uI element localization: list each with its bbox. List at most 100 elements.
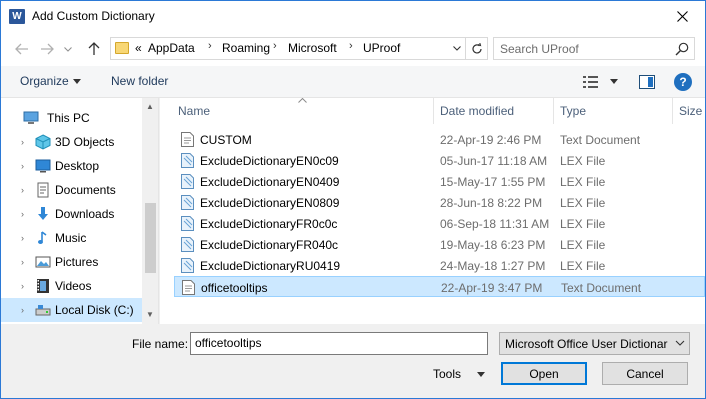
nav-label: This PC — [47, 111, 90, 125]
nav-item-music[interactable]: › Music — [1, 226, 142, 250]
chevron-down-icon — [64, 46, 72, 52]
file-type-value: Microsoft Office User Dictionar — [505, 337, 668, 351]
column-divider[interactable] — [553, 98, 554, 124]
view-list-icon[interactable] — [583, 75, 599, 89]
preview-pane-icon[interactable] — [639, 75, 655, 89]
search-input[interactable]: Search UProof — [493, 37, 695, 60]
scrollbar-thumb[interactable] — [145, 203, 156, 273]
file-type: LEX File — [560, 175, 606, 189]
expand-chevron-icon[interactable]: › — [21, 209, 24, 219]
file-type-select[interactable]: Microsoft Office User Dictionar — [499, 332, 690, 355]
caret-down-icon[interactable] — [477, 372, 485, 377]
text-file-icon — [181, 132, 194, 147]
nav-item-3d-objects[interactable]: › 3D Objects — [1, 130, 142, 154]
caret-down-icon[interactable] — [610, 79, 618, 84]
file-name: ExcludeDictionaryFR040c — [200, 238, 339, 252]
forward-button[interactable] — [38, 40, 56, 58]
breadcrumb-uproof[interactable]: UProof — [363, 41, 400, 55]
column-header-date[interactable]: Date modified — [440, 98, 514, 124]
column-divider[interactable] — [433, 98, 434, 124]
nav-item-videos[interactable]: › Videos — [1, 274, 142, 298]
file-type: LEX File — [560, 196, 606, 210]
caret-down-icon — [73, 79, 81, 84]
column-divider[interactable] — [672, 98, 673, 124]
scroll-down-icon[interactable]: ▼ — [146, 310, 154, 319]
breadcrumb-separator-icon[interactable]: › — [349, 40, 353, 52]
address-overflow[interactable]: « — [135, 41, 142, 55]
file-name: ExcludeDictionaryEN0809 — [200, 196, 340, 210]
file-row[interactable]: ExcludeDictionaryEN0409 15-May-17 1:55 P… — [174, 171, 705, 192]
file-date: 22-Apr-19 3:47 PM — [441, 281, 543, 295]
expand-chevron-icon[interactable]: › — [21, 233, 24, 243]
breadcrumb-microsoft[interactable]: Microsoft — [288, 41, 337, 55]
cancel-button[interactable]: Cancel — [602, 362, 688, 385]
nav-label: 3D Objects — [55, 135, 115, 149]
new-folder-button[interactable]: New folder — [111, 74, 168, 88]
computer-icon — [23, 111, 39, 124]
file-type: LEX File — [560, 238, 606, 252]
close-button[interactable] — [659, 1, 705, 32]
expand-chevron-icon[interactable]: › — [21, 185, 24, 195]
file-date: 05-Jun-17 11:18 AM — [440, 154, 548, 168]
nav-item-this-pc[interactable]: This PC — [1, 106, 142, 130]
scroll-up-icon[interactable]: ▲ — [146, 102, 154, 111]
folder-icon — [115, 42, 129, 54]
nav-item-local-disk[interactable]: › Local Disk (C:) — [1, 298, 142, 322]
nav-item-documents[interactable]: › Documents — [1, 178, 142, 202]
address-bar[interactable]: « AppData › Roaming › Microsoft › UProof — [110, 37, 488, 60]
organize-button[interactable]: Organize — [20, 74, 69, 88]
file-date: 22-Apr-19 2:46 PM — [440, 133, 542, 147]
back-button[interactable] — [13, 40, 31, 58]
file-type: LEX File — [560, 259, 606, 273]
arrow-right-icon — [41, 43, 54, 55]
expand-chevron-icon[interactable]: › — [21, 305, 24, 315]
file-row[interactable]: ExcludeDictionaryRU0419 24-May-18 1:27 P… — [174, 255, 705, 276]
recent-locations-button[interactable] — [62, 40, 74, 58]
column-header-type[interactable]: Type — [560, 98, 586, 124]
add-custom-dictionary-dialog: W Add Custom Dictionary « AppData › Roam… — [0, 0, 706, 399]
lex-file-icon — [181, 174, 194, 189]
nav-item-desktop[interactable]: › Desktop — [1, 154, 142, 178]
column-label: Name — [178, 104, 211, 118]
file-row[interactable]: ExcludeDictionaryEN0809 28-Jun-18 8:22 P… — [174, 192, 705, 213]
expand-chevron-icon[interactable]: › — [21, 281, 24, 291]
lex-file-icon — [181, 258, 194, 273]
text-file-icon — [182, 280, 195, 295]
videos-icon — [37, 279, 49, 293]
file-row[interactable]: ExcludeDictionaryEN0c09 05-Jun-17 11:18 … — [174, 150, 705, 171]
file-row-selected[interactable]: officetooltips 22-Apr-19 3:47 PM Text Do… — [174, 276, 705, 297]
breadcrumb-appdata[interactable]: AppData — [148, 41, 195, 55]
refresh-button[interactable] — [465, 38, 487, 59]
column-header-size[interactable]: Size — [679, 98, 702, 124]
expand-chevron-icon[interactable]: › — [21, 161, 24, 171]
nav-label: Local Disk (C:) — [55, 303, 134, 317]
address-history-button[interactable] — [447, 38, 465, 59]
open-button[interactable]: Open — [501, 362, 587, 385]
file-date: 15-May-17 1:55 PM — [440, 175, 546, 189]
expand-chevron-icon[interactable]: › — [21, 257, 24, 267]
column-label: Type — [560, 104, 587, 118]
close-icon — [676, 11, 688, 22]
up-button[interactable] — [85, 40, 103, 58]
file-row[interactable]: ExcludeDictionaryFR0c0c 06-Sep-18 11:31 … — [174, 213, 705, 234]
help-icon[interactable]: ? — [674, 73, 692, 91]
breadcrumb-separator-icon[interactable]: › — [273, 40, 277, 52]
file-row[interactable]: CUSTOM 22-Apr-19 2:46 PM Text Document — [174, 129, 705, 150]
nav-scrollbar[interactable]: ▲ ▼ — [142, 98, 158, 324]
nav-item-pictures[interactable]: › Pictures — [1, 250, 142, 274]
breadcrumb-roaming[interactable]: Roaming — [222, 41, 270, 55]
expand-chevron-icon[interactable]: › — [21, 137, 24, 147]
column-label: Size — [679, 104, 703, 118]
file-type: Text Document — [560, 133, 641, 147]
file-name-input[interactable]: officetooltips — [190, 332, 488, 355]
column-header-name[interactable]: Name — [178, 98, 210, 124]
file-row[interactable]: ExcludeDictionaryFR040c 19-May-18 6:23 P… — [174, 234, 705, 255]
search-placeholder: Search UProof — [500, 42, 579, 56]
nav-item-downloads[interactable]: › Downloads — [1, 202, 142, 226]
title-bar: W Add Custom Dictionary — [1, 1, 705, 32]
breadcrumb-separator-icon[interactable]: › — [208, 40, 212, 52]
nav-label: Videos — [55, 279, 92, 293]
nav-label: Documents — [55, 183, 116, 197]
tools-button[interactable]: Tools — [433, 367, 461, 381]
navigation-pane: This PC › 3D Objects › Desktop › Documen… — [1, 98, 159, 324]
